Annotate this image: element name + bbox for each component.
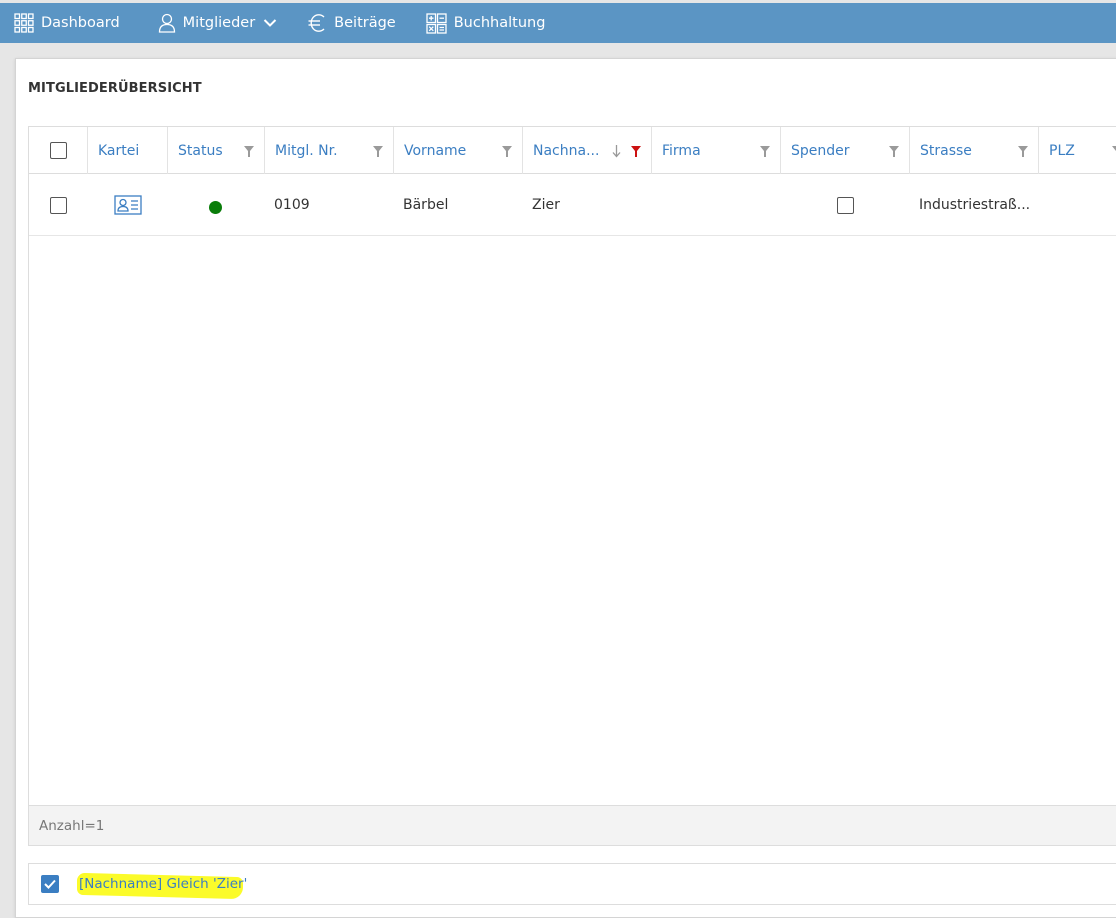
column-header-status[interactable]: Status: [168, 127, 265, 174]
column-header-mitgl-nr[interactable]: Mitgl. Nr.: [265, 127, 394, 174]
filter-expression-text: [Nachname] Gleich 'Zier': [79, 876, 248, 892]
top-navigation-bar: Dashboard Mitglieder Beiträge Buchhaltun…: [0, 3, 1116, 43]
checkmark-icon: [44, 879, 56, 889]
filter-icon[interactable]: [760, 146, 770, 157]
filter-active-icon[interactable]: [631, 146, 641, 157]
euro-icon: [308, 14, 325, 32]
accounting-icon: [426, 12, 447, 34]
column-header-vorname[interactable]: Vorname: [394, 127, 523, 174]
select-all-checkbox[interactable]: [49, 142, 67, 159]
cell-status: [168, 174, 265, 236]
filter-bar: [Nachname] Gleich 'Zier': [28, 863, 1116, 905]
spender-checkbox[interactable]: [837, 196, 854, 214]
column-label: Strasse: [920, 142, 972, 159]
chevron-down-icon: [263, 19, 277, 27]
cell-strasse: Industriestraß...: [919, 197, 1031, 213]
filter-toggle-checkbox[interactable]: [41, 875, 59, 893]
nav-beitraege-label: Beiträge: [334, 15, 396, 31]
nav-dashboard[interactable]: Dashboard: [14, 13, 120, 33]
row-select-checkbox[interactable]: [50, 196, 67, 214]
status-indicator: [209, 200, 222, 214]
members-grid: Kartei Status Mitgl. Nr. Vorname Nachna.…: [28, 126, 1116, 846]
column-header-strasse[interactable]: Strasse: [910, 127, 1039, 174]
filter-icon[interactable]: [889, 146, 899, 157]
filter-icon[interactable]: [1018, 146, 1028, 157]
nav-buchhaltung-label: Buchhaltung: [453, 15, 546, 31]
column-label: Vorname: [404, 142, 467, 159]
column-header-plz[interactable]: PLZ: [1039, 127, 1116, 174]
column-header-spender[interactable]: Spender: [781, 127, 910, 174]
column-label: Mitgl. Nr.: [275, 142, 338, 159]
sort-descending-icon[interactable]: [612, 145, 621, 158]
grid-icon: [14, 13, 34, 33]
cell-spender: [781, 174, 910, 236]
cell-vorname: Bärbel: [403, 197, 449, 213]
grid-header: Kartei Status Mitgl. Nr. Vorname Nachna.…: [29, 127, 1116, 174]
nav-buchhaltung[interactable]: Buchhaltung: [426, 12, 546, 34]
filter-icon[interactable]: [373, 146, 383, 157]
cell-mitgl-nr: 0109: [274, 197, 310, 213]
column-header-nachname[interactable]: Nachna...: [523, 127, 652, 174]
record-count: Anzahl=1: [39, 817, 105, 834]
filter-expression[interactable]: [Nachname] Gleich 'Zier': [77, 872, 248, 900]
column-label: Kartei: [98, 142, 140, 159]
cell-kartei: [88, 174, 168, 236]
filter-icon[interactable]: [502, 146, 512, 157]
user-icon: [158, 13, 175, 33]
cell-nachname: Zier: [532, 197, 560, 213]
cell-plz: [1039, 174, 1116, 236]
column-label: PLZ: [1049, 142, 1075, 159]
members-panel: MITGLIEDERÜBERSICHT Kartei Status Mitgl.…: [15, 58, 1116, 918]
nav-mitglieder-label: Mitglieder: [182, 15, 256, 31]
filter-icon[interactable]: [1112, 146, 1116, 157]
nav-mitglieder[interactable]: Mitglieder: [158, 13, 278, 33]
column-label: Status: [178, 142, 223, 159]
column-label: Firma: [662, 142, 701, 159]
nav-dashboard-label: Dashboard: [41, 15, 120, 31]
filter-icon[interactable]: [244, 146, 254, 157]
column-header-firma[interactable]: Firma: [652, 127, 781, 174]
page-title: MITGLIEDERÜBERSICHT: [28, 81, 202, 96]
column-label: Nachna...: [533, 142, 600, 159]
grid-footer: Anzahl=1: [29, 805, 1116, 845]
cell-firma: [652, 174, 781, 236]
nav-beitraege[interactable]: Beiträge: [307, 13, 396, 33]
header-select-all: [29, 127, 88, 174]
table-row[interactable]: 0109 Bärbel Zier Industriestraß...: [29, 174, 1116, 236]
member-card-icon[interactable]: [114, 195, 142, 215]
row-select-cell: [29, 174, 88, 236]
column-header-kartei[interactable]: Kartei: [88, 127, 168, 174]
column-label: Spender: [791, 142, 850, 159]
